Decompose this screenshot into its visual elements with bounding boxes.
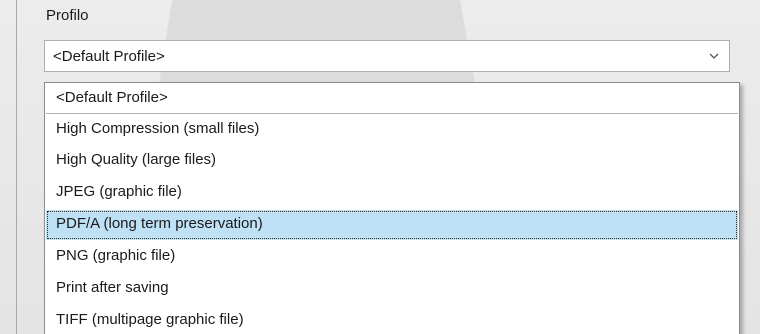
dropdown-option-print-after-saving[interactable]: Print after saving (46, 274, 738, 304)
dropdown-option-jpeg[interactable]: JPEG (graphic file) (46, 178, 738, 208)
dropdown-option-tiff[interactable]: TIFF (multipage graphic file) (46, 306, 738, 334)
profile-label: Profilo (46, 7, 89, 24)
dropdown-option-high-compression[interactable]: High Compression (small files) (46, 115, 738, 145)
left-border (16, 0, 17, 334)
profile-dropdown-list[interactable]: <Default Profile> High Compression (smal… (44, 82, 740, 334)
chevron-down-icon[interactable] (707, 46, 721, 66)
profile-combobox-value: <Default Profile> (53, 48, 165, 65)
dropdown-option-default-profile[interactable]: <Default Profile> (46, 84, 738, 114)
dropdown-option-high-quality[interactable]: High Quality (large files) (46, 146, 738, 176)
profile-combobox[interactable]: <Default Profile> (44, 40, 730, 72)
dropdown-option-png[interactable]: PNG (graphic file) (46, 242, 738, 272)
dropdown-option-pdfa[interactable]: PDF/A (long term preservation) (46, 210, 738, 240)
